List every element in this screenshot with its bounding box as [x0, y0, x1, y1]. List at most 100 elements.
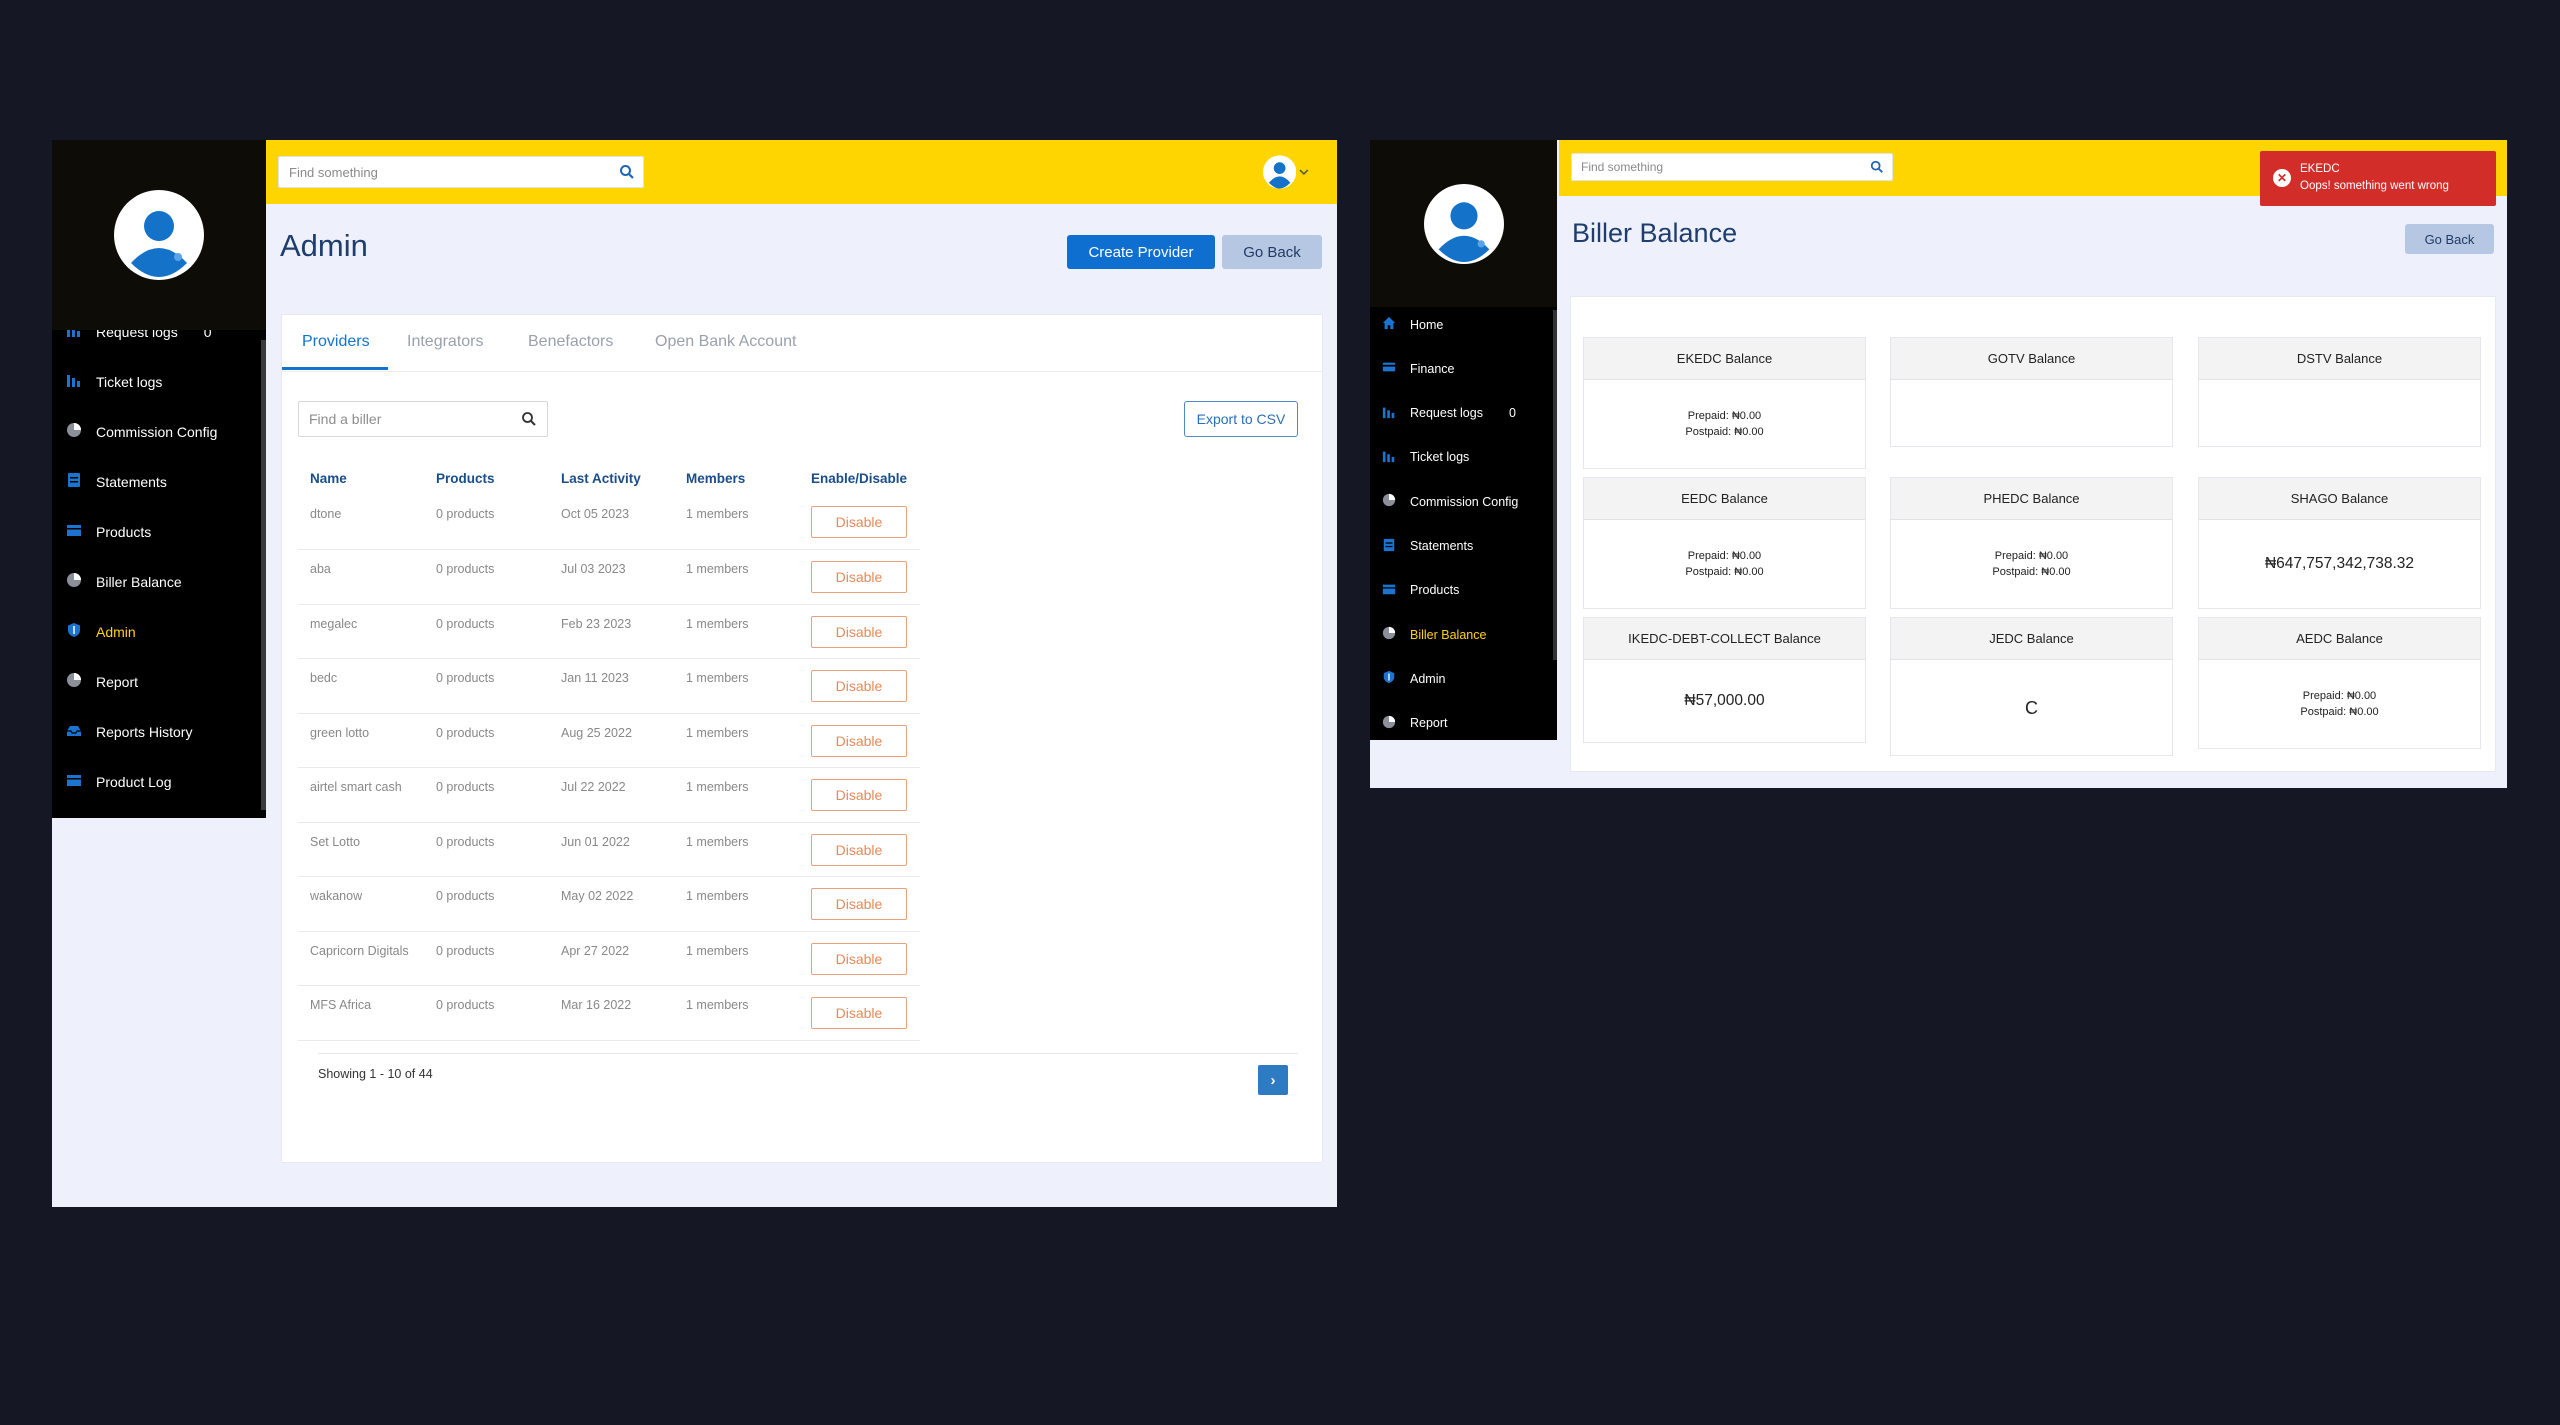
provider-name: aba — [298, 549, 424, 605]
provider-members: 1 members — [674, 495, 799, 550]
table-row[interactable]: Capricorn Digitals 0 products Apr 27 2022 1… — [298, 931, 920, 986]
sidebar-item-request-logs[interactable]: Request logs 0 — [1382, 405, 1516, 422]
avatar[interactable] — [1423, 183, 1504, 264]
disable-button[interactable]: Disable — [811, 670, 907, 702]
balance-value: Postpaid: ₦0.00 — [1685, 426, 1764, 438]
table-row[interactable]: megalec 0 products Feb 23 2023 1 members Dis… — [298, 604, 920, 659]
admin-screen: Request logs 0 Ticket logs Commission Confi… — [52, 140, 1337, 1207]
provider-products: 0 products — [424, 822, 549, 877]
sidebar-item-statements[interactable]: Statements — [1382, 538, 1473, 555]
provider-members: 1 members — [674, 658, 799, 714]
disable-button[interactable]: Disable — [811, 942, 907, 975]
create-provider-button[interactable]: Create Provider — [1067, 235, 1215, 269]
sidebar-item-biller-balance[interactable]: Biller Balance — [1382, 626, 1486, 643]
pie-chart-icon — [1382, 715, 1396, 732]
table-row[interactable]: airtel smart cash 0 products Jul 22 2022 1 … — [298, 767, 920, 823]
disable-button[interactable]: Disable — [811, 779, 907, 811]
sidebar-item-products[interactable]: Products — [1382, 582, 1459, 599]
pie-chart-icon — [66, 672, 82, 691]
sidebar-item-ticket-logs[interactable]: Ticket logs — [1382, 449, 1469, 466]
table-row[interactable]: green lotto 0 products Aug 25 2022 1 member… — [298, 713, 920, 768]
search-icon[interactable] — [1870, 160, 1884, 174]
provider-name: dtone — [298, 495, 424, 550]
provider-last-activity: Feb 23 2023 — [549, 604, 674, 659]
sidebar-item-finance[interactable]: Finance — [1382, 360, 1454, 377]
column-header-members[interactable]: Members — [674, 461, 799, 495]
go-back-button[interactable]: Go Back — [1222, 235, 1322, 269]
column-header-last-activity[interactable]: Last Activity — [549, 461, 674, 495]
balance-card-title: AEDC Balance — [2199, 618, 2480, 660]
table-row[interactable]: Set Lotto 0 products Jun 01 2022 1 members D… — [298, 822, 920, 877]
global-search-input[interactable]: Find something — [278, 156, 644, 188]
provider-members: 1 members — [674, 713, 799, 768]
disable-button[interactable]: Disable — [811, 997, 907, 1029]
close-icon[interactable]: ✕ — [2273, 169, 2291, 187]
avatar[interactable] — [114, 190, 204, 280]
disable-button[interactable]: Disable — [811, 724, 907, 757]
sidebar-item-ticket-logs[interactable]: Ticket logs — [66, 372, 162, 391]
disable-button[interactable]: Disable — [811, 506, 907, 538]
table-row[interactable]: bedc 0 products Jan 11 2023 1 members Disabl… — [298, 658, 920, 714]
search-icon[interactable] — [619, 164, 635, 180]
go-back-button[interactable]: Go Back — [2405, 224, 2494, 254]
balance-card-body: Prepaid: ₦0.00 Postpaid: ₦0.00 — [1584, 380, 1865, 468]
provider-name: wakanow — [298, 876, 424, 932]
disable-button[interactable]: Disable — [811, 888, 907, 920]
sidebar-item-commission-config[interactable]: Commission Config — [1382, 493, 1518, 510]
table-row[interactable]: dtone 0 products Oct 05 2023 1 members Disab… — [298, 495, 920, 550]
export-csv-button[interactable]: Export to CSV — [1184, 401, 1298, 437]
column-header-enable-disable[interactable]: Enable/Disable — [799, 461, 920, 495]
balance-card-eedc-balance: EEDC Balance Prepaid: ₦0.00 Postpaid: ₦0.0… — [1583, 477, 1866, 609]
table-row[interactable]: MFS Africa 0 products Mar 16 2022 1 members… — [298, 985, 920, 1041]
sidebar-item-reports-history[interactable]: Reports History — [66, 722, 192, 741]
provider-products: 0 products — [424, 985, 549, 1041]
user-menu[interactable] — [1263, 154, 1309, 190]
provider-members: 1 members — [674, 876, 799, 932]
provider-name: green lotto — [298, 713, 424, 768]
top-bar: Find something — [266, 140, 1337, 204]
provider-action-cell: Disable — [799, 822, 920, 877]
tab-open-bank-account[interactable]: Open Bank Account — [655, 333, 796, 351]
sidebar-scrollbar[interactable] — [1553, 310, 1557, 660]
table-row[interactable]: wakanow 0 products May 02 2022 1 members Dis… — [298, 876, 920, 932]
sidebar-item-products[interactable]: Products — [66, 522, 151, 541]
sidebar-item-admin[interactable]: Admin — [66, 622, 136, 641]
tab-providers[interactable]: Providers — [302, 333, 370, 351]
providers-table: Name Products Last Activity Members Enab… — [298, 461, 920, 1041]
error-toast[interactable]: ✕ EKEDC Oops! something went wrong — [2260, 151, 2496, 206]
provider-last-activity: Aug 25 2022 — [549, 713, 674, 768]
global-search-input[interactable]: Find something — [1571, 153, 1893, 181]
next-page-button[interactable]: › — [1258, 1065, 1288, 1095]
disable-button[interactable]: Disable — [811, 615, 907, 648]
sidebar-item-home[interactable]: Home — [1382, 316, 1443, 333]
pie-chart-icon — [1382, 493, 1396, 510]
provider-action-cell: Disable — [799, 876, 920, 932]
provider-action-cell: Disable — [799, 549, 920, 605]
tab-integrators[interactable]: Integrators — [407, 333, 483, 351]
sidebar-item-admin[interactable]: Admin — [1382, 670, 1445, 687]
table-row[interactable]: aba 0 products Jul 03 2023 1 members Disable — [298, 549, 920, 605]
sidebar-item-product-log[interactable]: Product Log — [66, 772, 172, 791]
sidebar-item-statements[interactable]: Statements — [66, 472, 167, 491]
sidebar-item-label: Product Log — [96, 773, 172, 790]
sidebar-item-report[interactable]: Report — [66, 672, 138, 691]
search-icon[interactable] — [521, 411, 537, 427]
disable-button[interactable]: Disable — [811, 833, 907, 866]
disable-button[interactable]: Disable — [811, 561, 907, 593]
column-header-name[interactable]: Name — [298, 461, 424, 495]
column-header-products[interactable]: Products — [424, 461, 549, 495]
providers-card: Providers Integrators Benefactors Open B… — [281, 314, 1323, 1163]
profile-block — [1370, 140, 1557, 307]
sidebar-item-label: Ticket logs — [1410, 450, 1470, 465]
sidebar-item-biller-balance[interactable]: Biller Balance — [66, 572, 182, 591]
provider-last-activity: Oct 05 2023 — [549, 495, 674, 550]
provider-members: 1 members — [674, 931, 799, 986]
pie-chart-icon — [1382, 626, 1396, 643]
provider-products: 0 products — [424, 495, 549, 550]
sidebar-item-label: Home — [1410, 317, 1444, 332]
sidebar-scrollbar[interactable] — [261, 340, 266, 810]
sidebar-item-report[interactable]: Report — [1382, 715, 1448, 732]
biller-search-input[interactable]: Find a biller — [298, 401, 548, 437]
sidebar-item-commission-config[interactable]: Commission Config — [66, 422, 217, 441]
tab-benefactors[interactable]: Benefactors — [528, 333, 613, 351]
